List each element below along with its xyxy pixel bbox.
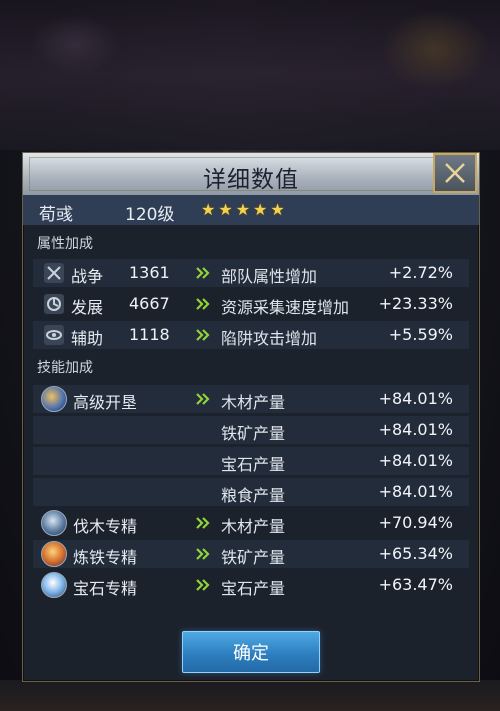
double-arrow-icon	[196, 298, 210, 310]
skills-header: 技能加成	[37, 360, 93, 376]
attribute-label: 发展	[71, 298, 104, 317]
hero-star-rating: ★ ★ ★ ★ ★	[201, 201, 285, 219]
background-scene	[0, 0, 500, 150]
crossed-swords-icon	[44, 263, 64, 283]
attribute-effect: 资源采集速度增加	[221, 298, 350, 317]
double-arrow-icon	[196, 517, 210, 529]
skill-bonus: +84.01%	[378, 420, 453, 439]
dialog-title: 详细数值	[203, 167, 299, 193]
skill-row: 高级开垦 木材产量 +84.01%	[33, 385, 469, 413]
background-footer	[0, 680, 500, 711]
skill-bonus: +84.01%	[378, 389, 453, 408]
close-x-icon	[445, 163, 465, 183]
star-icon: ★	[270, 200, 285, 219]
skill-effect: 木材产量	[221, 517, 286, 536]
smelting-mastery-icon	[41, 541, 67, 567]
star-icon: ★	[235, 200, 251, 219]
skill-effect: 宝石产量	[221, 455, 286, 474]
skill-effect: 木材产量	[221, 393, 286, 412]
skill-row: 伐木专精 木材产量 +70.94%	[33, 509, 469, 537]
attribute-value: 4667	[129, 294, 170, 313]
attribute-effect: 部队属性增加	[221, 267, 318, 286]
star-icon: ★	[201, 200, 216, 219]
hero-name: 荀彧	[39, 205, 73, 225]
star-icon: ★	[218, 200, 233, 219]
confirm-button[interactable]: 确定	[182, 631, 320, 673]
skill-effect: 宝石产量	[221, 579, 286, 598]
skill-bonus: +84.01%	[378, 451, 453, 470]
skill-bonus: +70.94%	[378, 513, 453, 532]
skill-row: 宝石专精 宝石产量 +63.47%	[33, 571, 469, 599]
detail-dialog: 详细数值 荀彧 120级 ★ ★ ★ ★ ★ 属性加成 战争 1361 部队属性…	[22, 152, 480, 682]
double-arrow-icon	[196, 393, 210, 405]
hero-level: 120级	[125, 205, 175, 225]
attribute-label: 辅助	[71, 329, 104, 348]
skill-row: 粮食产量 +84.01%	[33, 478, 469, 506]
skill-effect: 粮食产量	[221, 486, 286, 505]
skill-name: 宝石专精	[73, 579, 138, 598]
skill-effect: 铁矿产量	[221, 424, 286, 443]
attribute-row: 辅助 1118 陷阱攻击增加 +5.59%	[33, 321, 469, 349]
double-arrow-icon	[196, 329, 210, 341]
double-arrow-icon	[196, 267, 210, 279]
attribute-row: 战争 1361 部队属性增加 +2.72%	[33, 259, 469, 287]
attribute-row: 发展 4667 资源采集速度增加 +23.33%	[33, 290, 469, 318]
attribute-bonus: +5.59%	[388, 325, 453, 344]
attribute-value: 1361	[129, 263, 170, 282]
hero-info-row: 荀彧 120级 ★ ★ ★ ★ ★	[23, 195, 479, 225]
attribute-effect: 陷阱攻击增加	[221, 329, 318, 348]
gem-mastery-icon	[41, 572, 67, 598]
advanced-cultivation-icon	[41, 386, 67, 412]
attribute-label: 战争	[71, 267, 104, 286]
development-icon	[44, 294, 64, 314]
attribute-bonus: +23.33%	[378, 294, 453, 313]
attribute-bonus: +2.72%	[388, 263, 453, 282]
skill-row: 炼铁专精 铁矿产量 +65.34%	[33, 540, 469, 568]
attribute-value: 1118	[129, 325, 170, 344]
skill-name: 炼铁专精	[73, 548, 138, 567]
attributes-header: 属性加成	[37, 236, 93, 252]
skill-bonus: +84.01%	[378, 482, 453, 501]
support-icon	[44, 325, 64, 345]
close-button[interactable]	[433, 153, 477, 193]
skill-row: 铁矿产量 +84.01%	[33, 416, 469, 444]
star-icon: ★	[253, 200, 268, 219]
double-arrow-icon	[196, 548, 210, 560]
skill-name: 高级开垦	[73, 393, 138, 412]
skill-row: 宝石产量 +84.01%	[33, 447, 469, 475]
logging-mastery-icon	[41, 510, 67, 536]
double-arrow-icon	[196, 579, 210, 591]
skill-name: 伐木专精	[73, 517, 138, 536]
skill-bonus: +65.34%	[378, 544, 453, 563]
skill-bonus: +63.47%	[378, 575, 453, 594]
skill-effect: 铁矿产量	[221, 548, 286, 567]
dialog-title-bar: 详细数值	[23, 153, 479, 196]
background-decor	[380, 10, 490, 90]
background-decor	[30, 15, 120, 75]
